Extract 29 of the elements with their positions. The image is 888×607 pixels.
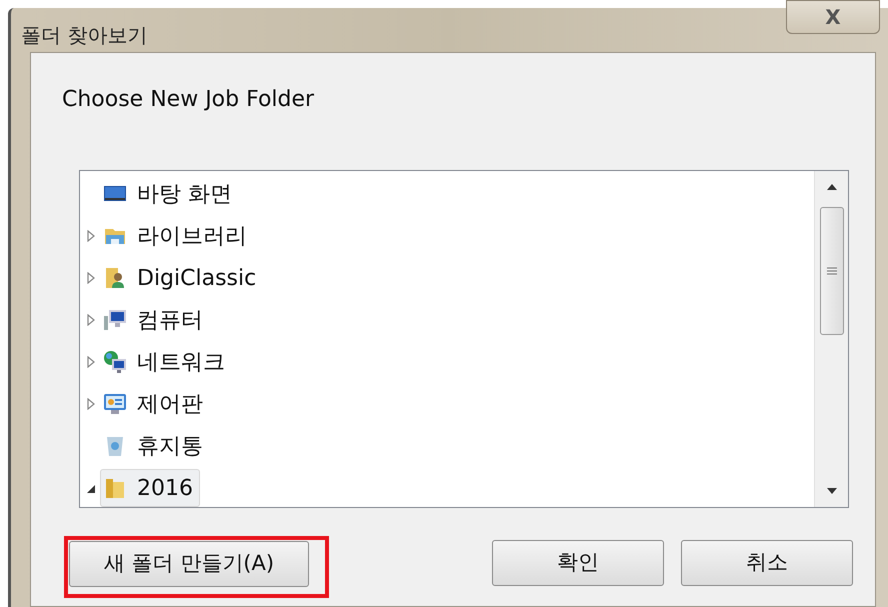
tree-item[interactable]: 휴지통 [100, 427, 210, 465]
new-folder-button[interactable]: 새 폴더 만들기(A) [69, 541, 309, 587]
expand-arrow-icon[interactable] [86, 356, 96, 368]
cancel-button[interactable]: 취소 [681, 540, 853, 586]
tree-item[interactable]: DigiClassic [100, 259, 264, 297]
tree-item[interactable]: 네트워크 [100, 343, 232, 381]
folder-icon [103, 476, 127, 500]
tree-item[interactable]: 2016 [100, 469, 200, 507]
ok-button[interactable]: 확인 [492, 540, 664, 586]
prompt-text: Choose New Job Folder [62, 86, 316, 114]
tree-item[interactable]: 컴퓨터 [100, 301, 210, 339]
tree-item[interactable]: 바탕 화면 [100, 175, 239, 213]
scroll-down-icon[interactable] [826, 487, 838, 495]
expand-arrow-icon[interactable] [86, 272, 96, 284]
scrollbar[interactable] [814, 171, 848, 507]
close-button[interactable]: X [786, 0, 880, 34]
tree-item[interactable]: 제어판 [100, 385, 210, 423]
window-title: 폴더 찾아보기 [21, 22, 148, 49]
control-panel-icon [103, 392, 127, 416]
user-folder-icon [103, 266, 127, 290]
grip-icon [826, 267, 836, 275]
computer-icon [103, 308, 127, 332]
expand-arrow-icon[interactable] [86, 398, 96, 410]
expand-arrow-icon[interactable] [86, 314, 96, 326]
network-icon [103, 350, 127, 374]
scroll-up-icon[interactable] [826, 183, 838, 191]
scroll-thumb[interactable] [820, 207, 844, 335]
tree-item[interactable]: 라이브러리 [100, 217, 254, 255]
expand-arrow-icon[interactable] [86, 230, 96, 242]
